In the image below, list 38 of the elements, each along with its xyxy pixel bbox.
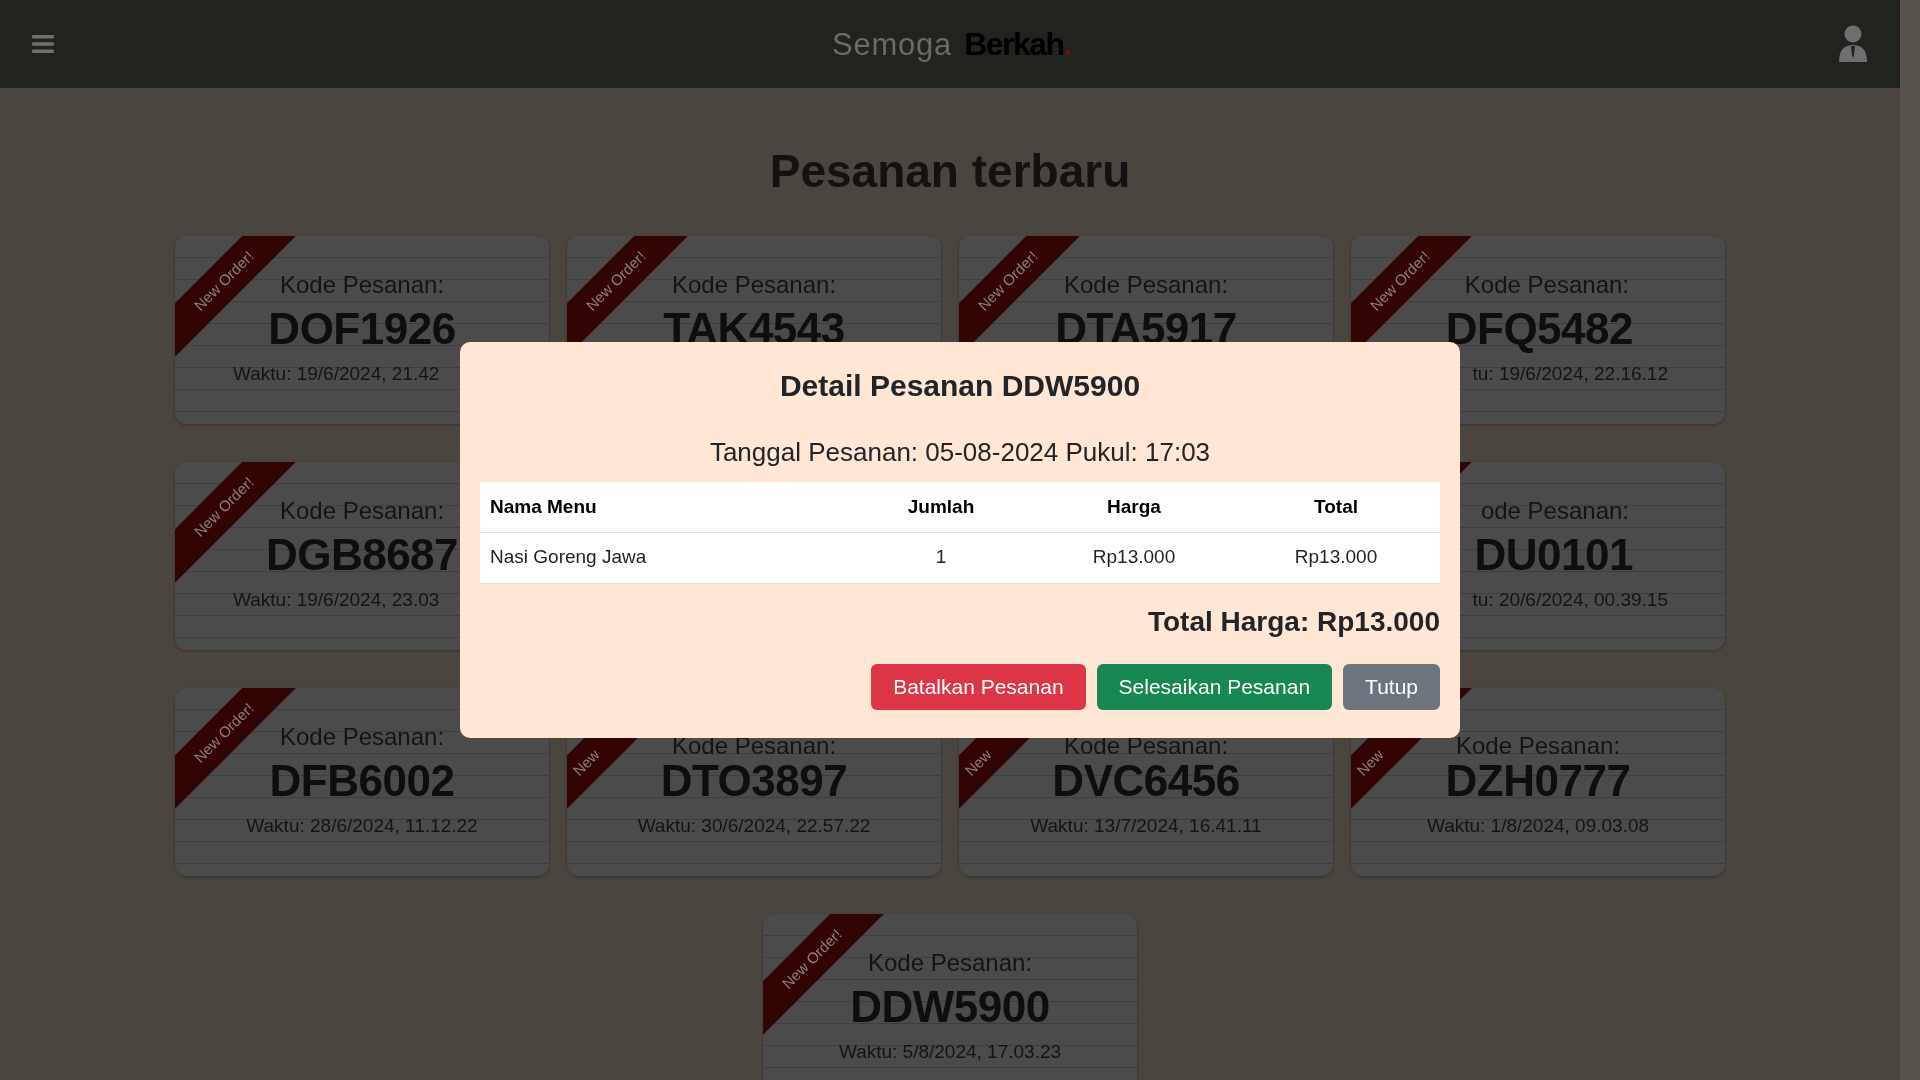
table-cell: Nasi Goreng Jawa <box>480 532 846 583</box>
code-label: Kode Pesanan: <box>867 948 1033 978</box>
user-icon[interactable] <box>1838 25 1868 63</box>
order-time: Waktu: 19/6/2024, 21.42 <box>232 362 440 386</box>
column-header: Nama Menu <box>480 482 846 532</box>
code-label: Kode Pesanan: <box>1464 270 1630 300</box>
order-date: Tanggal Pesanan: 05-08-2024 Pukul: 17:03 <box>709 436 1211 468</box>
order-code: DOF1926 <box>268 304 456 354</box>
order-time: Waktu: 28/6/2024, 11.12.22 <box>246 814 478 838</box>
code-label: Kode Pesanan: <box>1063 270 1229 300</box>
code-label: Kode Pesanan: <box>279 496 445 526</box>
order-code: DFB6002 <box>269 756 455 806</box>
table-cell: 1 <box>846 532 1036 583</box>
column-header: Harga <box>1036 482 1232 532</box>
close-button[interactable]: Tutup <box>1343 663 1440 710</box>
code-label: Kode Pesanan: <box>279 722 445 752</box>
complete-order-button[interactable]: Selesaikan Pesanan <box>1096 663 1333 710</box>
code-label: Kode Pesanan: <box>279 270 445 300</box>
order-time: Waktu: 5/8/2024, 17.03.23 <box>838 1040 1062 1064</box>
scrollbar[interactable] <box>1900 0 1920 1080</box>
code-label: Kode Pesanan: <box>671 270 837 300</box>
order-time: Waktu: 19/6/2024, 23.03 <box>232 588 440 612</box>
order-time: Waktu: 1/8/2024, 09.03.08 <box>1426 814 1650 838</box>
table-cell: Rp13.000 <box>1036 532 1232 583</box>
table-cell: Rp13.000 <box>1232 532 1440 583</box>
column-header: Total <box>1232 482 1440 532</box>
page-title: Pesanan terbaru <box>769 145 1131 197</box>
code-label: ode Pesanan: <box>1480 496 1630 526</box>
order-code: DGB8687 <box>265 530 459 580</box>
brand-dot: . <box>1063 26 1072 63</box>
column-header: Jumlah <box>846 482 1036 532</box>
order-time: Waktu: 30/6/2024, 22.57.22 <box>637 814 871 838</box>
menu-icon[interactable] <box>32 34 54 54</box>
order-code: DDW5900 <box>850 982 1050 1032</box>
order-code: DFQ5482 <box>1445 304 1634 354</box>
order-code: DU0101 <box>1474 530 1634 580</box>
cancel-order-button[interactable]: Batalkan Pesanan <box>871 663 1086 710</box>
brand-light-text: Semoga <box>832 25 953 64</box>
